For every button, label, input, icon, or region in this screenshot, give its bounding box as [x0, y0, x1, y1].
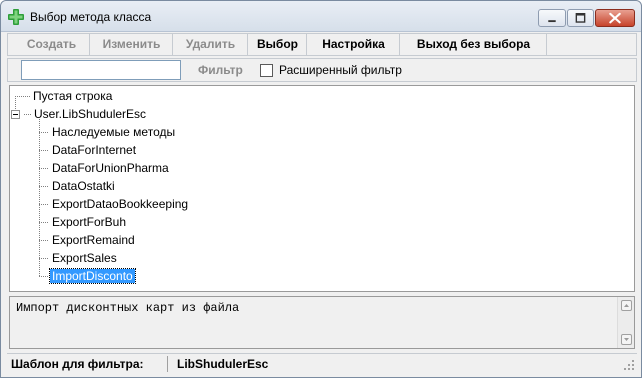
filter-input[interactable] [21, 60, 181, 80]
maximize-button[interactable] [567, 9, 594, 27]
tree-item-method[interactable]: ExportSales [50, 249, 119, 267]
tree-connector [39, 258, 49, 259]
settings-button[interactable]: Настройка [308, 34, 400, 55]
tree-connector [15, 96, 31, 97]
tree-item-method[interactable]: ExportRemaind [50, 231, 137, 249]
exit-without-select-button[interactable]: Выход без выбора [401, 34, 547, 55]
description-scrollbar[interactable] [617, 297, 634, 348]
extended-filter-checkbox[interactable] [260, 64, 273, 77]
tree-connector [39, 240, 49, 241]
resize-grip-icon[interactable] [623, 359, 635, 371]
tree-item-label: ExportSales [52, 251, 117, 265]
filter-template-label: Шаблон для фильтра: [11, 357, 144, 371]
title-bar[interactable]: Выбор метода класса [1, 1, 641, 32]
filter-toolbar: Фильтр Расширенный фильтр [7, 58, 637, 82]
tree-item-method[interactable]: DataForInternet [50, 141, 138, 159]
tree-connector [39, 222, 49, 223]
arrow-down-icon [624, 338, 629, 341]
tree-connector [39, 132, 49, 133]
delete-button[interactable]: Удалить [174, 34, 248, 55]
tree-item-label: Пустая строка [33, 89, 113, 103]
maximize-icon [575, 13, 586, 23]
tree-item-label: DataOstatki [52, 179, 115, 193]
select-button[interactable]: Выбор [249, 34, 307, 55]
tree-item-empty-row[interactable]: Пустая строка [31, 87, 114, 105]
dialog-window: Выбор метода класса Создать Изменить Уда… [0, 0, 642, 378]
method-tree[interactable]: Пустая строка User.LibShudulerEsc Наслед… [9, 85, 635, 292]
tree-item-label: User.LibShudulerEsc [34, 107, 147, 121]
tree-item-label: ImportDisconto [49, 268, 136, 284]
close-button[interactable] [595, 9, 635, 27]
window-title: Выбор метода класса [30, 10, 152, 24]
tree-item-label: DataForInternet [52, 143, 137, 157]
filter-button[interactable]: Фильтр [198, 63, 243, 77]
tree-connector [39, 168, 49, 169]
tree-connector [39, 119, 40, 277]
tree-connector [39, 186, 49, 187]
tree-item-method-selected[interactable]: ImportDisconto [49, 267, 136, 285]
minimize-icon [548, 20, 556, 23]
minimize-button[interactable] [538, 9, 566, 27]
status-divider [167, 356, 168, 372]
status-bar: Шаблон для фильтра: LibShudulerEsc [7, 353, 637, 373]
green-plus-icon [8, 9, 24, 25]
extended-filter-label[interactable]: Расширенный фильтр [279, 63, 402, 77]
method-description[interactable]: Импорт дисконтных карт из файла [9, 296, 635, 349]
tree-item-method[interactable]: DataOstatki [50, 177, 117, 195]
tree-item-method[interactable]: ExportForBuh [50, 213, 128, 231]
tree-connector [39, 150, 49, 151]
tree-connector [24, 114, 32, 115]
tree-item-class[interactable]: User.LibShudulerEsc [32, 105, 148, 123]
tree-item-label: DataForUnionPharma [52, 161, 169, 175]
tree-item-label: Наследуемые методы [52, 125, 176, 139]
scroll-down-button[interactable] [621, 334, 632, 345]
create-button[interactable]: Создать [14, 34, 90, 55]
description-text: Импорт дисконтных карт из файла [16, 301, 240, 315]
tree-item-label: ExportRemaind [52, 233, 135, 247]
edit-button[interactable]: Изменить [91, 34, 173, 55]
tree-item-method[interactable]: DataForUnionPharma [50, 159, 171, 177]
tree-item-label: ExportDataoBookkeeping [52, 197, 189, 211]
close-icon [609, 12, 621, 24]
tree-item-method[interactable]: ExportDataoBookkeeping [50, 195, 190, 213]
tree-connector [39, 276, 49, 277]
collapse-toggle-icon[interactable] [11, 110, 20, 119]
main-toolbar: Создать Изменить Удалить Выбор Настройка… [7, 33, 637, 56]
tree-connector [39, 204, 49, 205]
tree-item-inherited-methods[interactable]: Наследуемые методы [50, 123, 177, 141]
tree-item-label: ExportForBuh [52, 215, 127, 229]
filter-template-value: LibShudulerEsc [177, 357, 269, 371]
scroll-up-button[interactable] [621, 300, 632, 311]
arrow-up-icon [624, 304, 629, 307]
